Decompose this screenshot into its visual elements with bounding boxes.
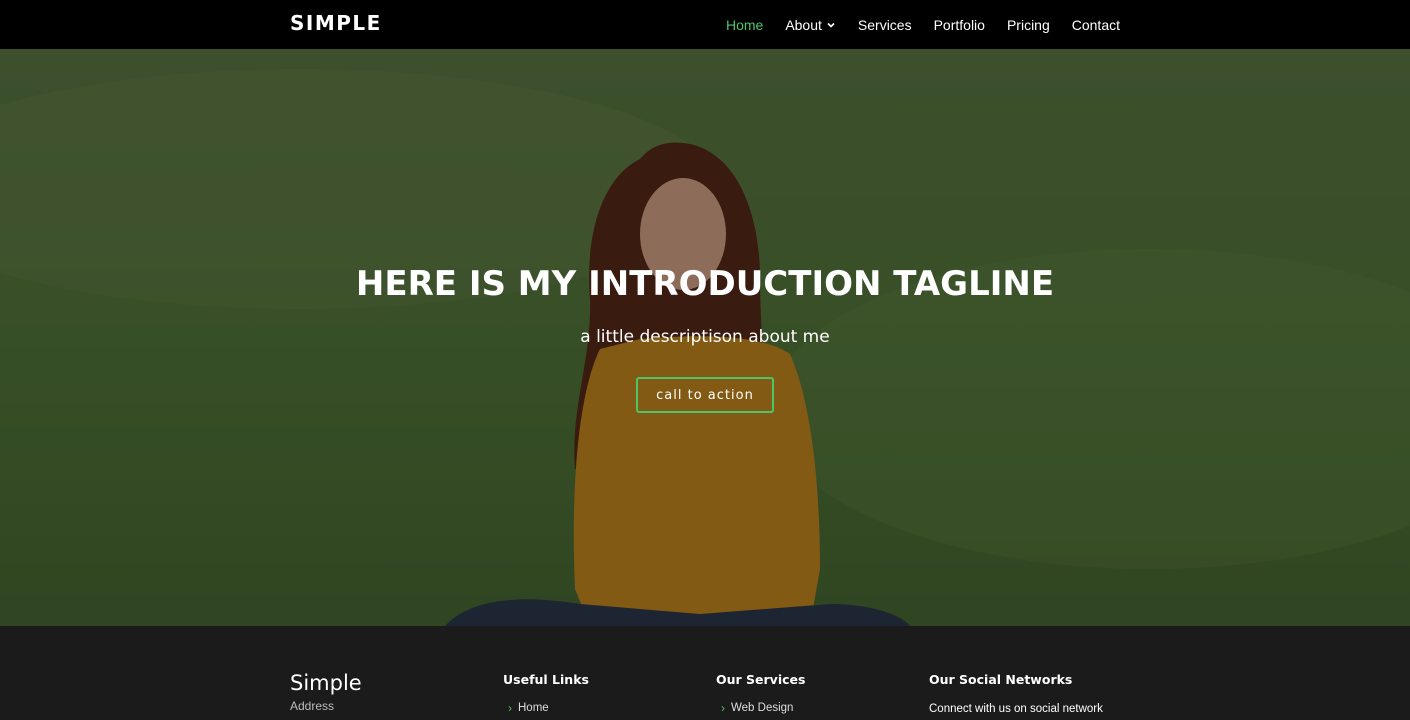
call-to-action-button[interactable]: call to action [636,377,774,413]
hero-title: HERE IS MY INTRODUCTION TAGLINE [355,264,1055,304]
site-footer: Simple Address Useful Links › Home Our S… [0,626,1410,720]
footer-useful-links: Useful Links › Home [503,626,589,715]
footer-link-label: Home [518,702,549,714]
nav-contact[interactable]: Contact [1072,17,1120,33]
hero-section: HERE IS MY INTRODUCTION TAGLINE a little… [0,49,1410,626]
chevron-right-icon: › [508,701,512,715]
hero-subtitle: a little descriptison about me [580,327,830,347]
main-nav: Home About Services Portfolio Pricing Co… [704,0,1120,49]
footer-link-label: Web Design [731,702,794,714]
nav-portfolio[interactable]: Portfolio [934,17,985,33]
site-header: SIMPLE Home About Services Portfolio Pri… [0,0,1410,49]
site-logo[interactable]: SIMPLE [290,11,382,35]
nav-about-label: About [785,16,822,33]
nav-pricing[interactable]: Pricing [1007,17,1050,33]
nav-services[interactable]: Services [858,17,912,33]
footer-brand-column: Simple Address [290,626,362,713]
useful-links-heading: Useful Links [503,672,589,687]
footer-social: Our Social Networks Connect with us on s… [929,626,1103,715]
chevron-down-icon [827,22,835,28]
footer-address: Address [290,699,335,713]
footer-link-web-design[interactable]: › Web Design [716,701,805,715]
footer-brand: Simple [290,671,362,695]
footer-services: Our Services › Web Design [716,626,805,715]
footer-link-home[interactable]: › Home [503,701,589,715]
nav-about[interactable]: About [785,17,836,33]
social-description: Connect with us on social network [929,703,1103,715]
chevron-right-icon: › [721,701,725,715]
nav-home[interactable]: Home [726,17,763,33]
services-heading: Our Services [716,672,806,687]
social-heading: Our Social Networks [929,672,1073,687]
